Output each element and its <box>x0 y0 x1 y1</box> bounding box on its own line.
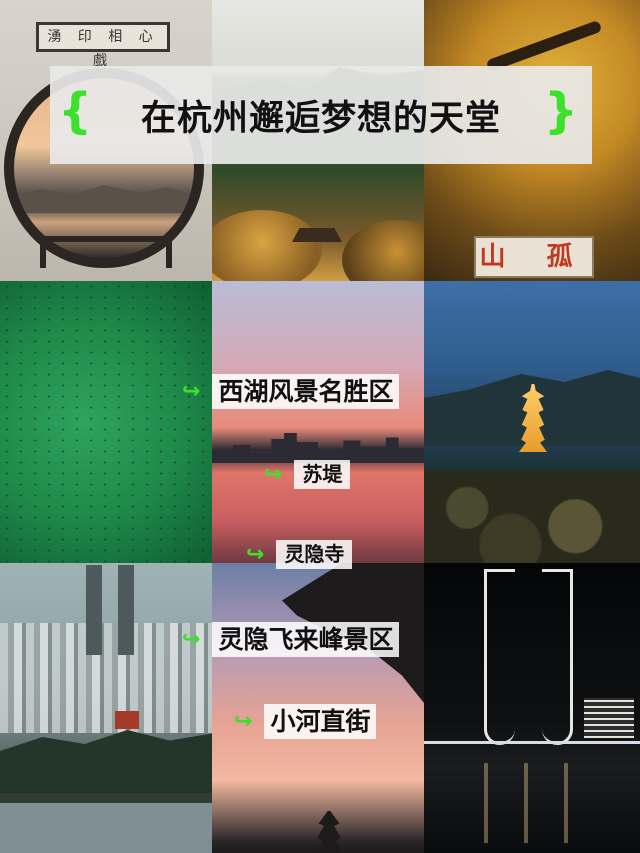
hill-sign: 山 孤 <box>474 236 594 278</box>
label-xiaohe-street: ↪ 小河直街 <box>234 704 377 740</box>
city-view-photo <box>0 563 212 853</box>
label-lingyin-temple: ↪ 灵隐寺 <box>246 540 353 569</box>
green-curved-arrow-icon: ↪ <box>246 542 265 567</box>
right-brace: } <box>543 83 578 139</box>
autumn-tree <box>342 220 424 281</box>
label-text: 小河直街 <box>264 704 377 740</box>
autumn-tree <box>212 210 322 281</box>
green-curved-arrow-icon: ↪ <box>234 709 253 735</box>
calligraphy-plaque: 湧 印 相 心 戲 <box>36 22 170 69</box>
label-text: 灵隐飞来峰景区 <box>212 622 400 658</box>
pond-texture <box>0 281 212 563</box>
label-feilai-peak: ↪ 灵隐飞来峰景区 <box>182 622 400 658</box>
label-west-lake: ↪ 西湖风景名胜区 <box>182 374 400 410</box>
twin-tower <box>118 565 134 655</box>
arch-tower-right <box>542 569 573 745</box>
lotus-leaves <box>424 471 640 563</box>
lit-building <box>584 698 634 738</box>
tree-branch <box>485 19 603 73</box>
label-text: 西湖风景名胜区 <box>212 374 400 410</box>
label-text: 苏堤 <box>294 460 351 489</box>
twin-tower <box>86 565 102 655</box>
water-reflection <box>464 763 604 843</box>
wooden-railing <box>40 236 172 268</box>
green-curved-arrow-icon: ↪ <box>264 462 283 487</box>
title-banner: { 在杭州邂逅梦想的天堂 } <box>50 66 592 164</box>
green-hill <box>0 730 212 793</box>
pagoda-silhouette <box>316 811 342 853</box>
green-curved-arrow-icon: ↪ <box>182 627 201 653</box>
leifeng-pagoda-photo <box>424 281 640 563</box>
red-pavilion <box>115 711 139 729</box>
page-title: 在杭州邂逅梦想的天堂 <box>140 98 501 139</box>
left-brace: { <box>58 83 93 139</box>
label-su-causeway: ↪ 苏堤 <box>264 460 351 489</box>
pavilion-roof <box>292 228 342 242</box>
arch-tower-left <box>484 569 515 745</box>
bridge <box>424 741 640 754</box>
city-skyline <box>212 433 424 463</box>
green-curved-arrow-icon: ↪ <box>182 379 201 405</box>
west-lake-sunset-photo <box>212 281 424 563</box>
black-swans-photo <box>0 281 212 563</box>
lake-water <box>0 803 212 853</box>
night-towers-photo <box>424 563 640 853</box>
city-buildings <box>0 623 212 733</box>
label-text: 灵隐寺 <box>276 540 353 569</box>
